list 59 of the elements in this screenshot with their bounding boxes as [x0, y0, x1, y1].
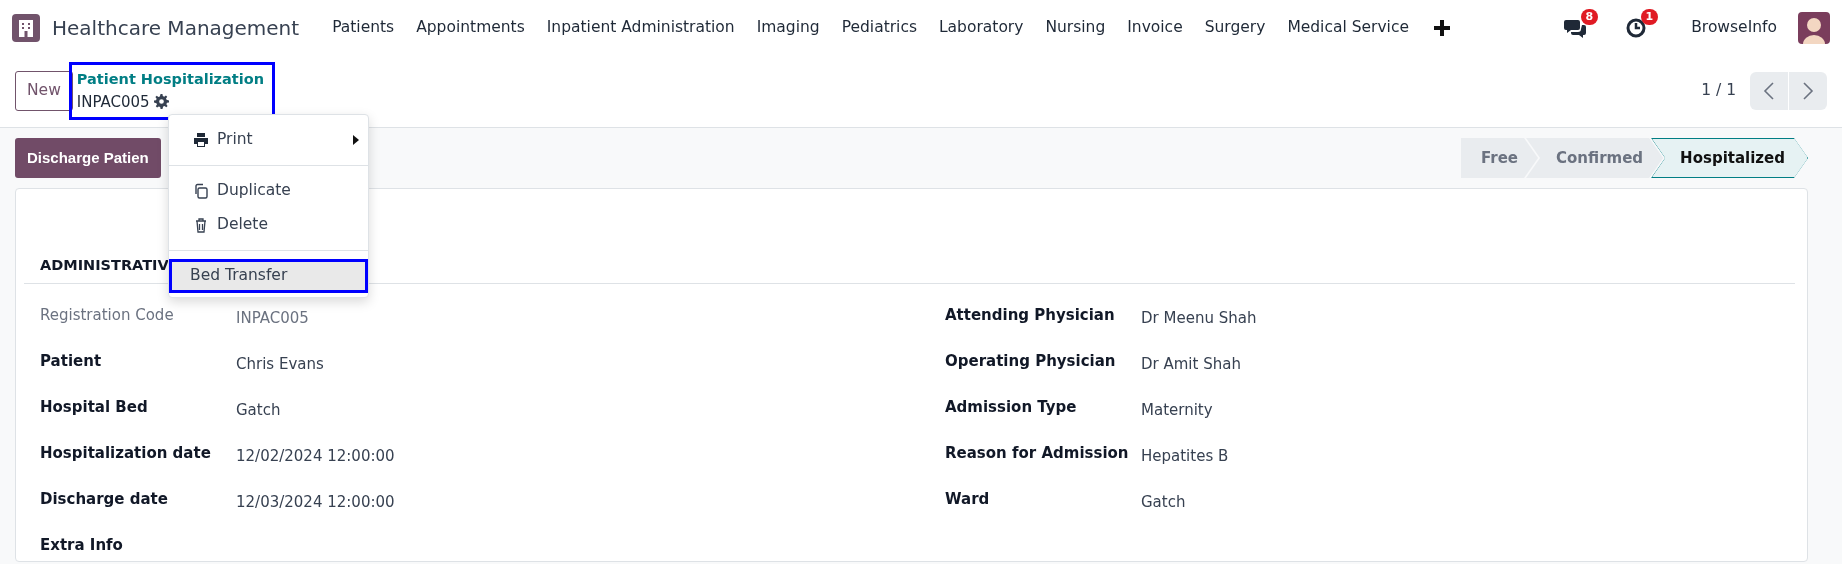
nav-menu-item[interactable]: Medical Service — [1276, 15, 1420, 40]
field-value: 12/02/2024 12:00:00 — [236, 445, 395, 467]
nav-menu-item[interactable]: Laboratory — [928, 15, 1035, 40]
field-value: Gatch — [1141, 491, 1186, 513]
notification-badge: 8 — [1580, 8, 1599, 25]
printer-icon — [193, 132, 209, 148]
field-value: Hepatites B — [1141, 445, 1229, 467]
field-label: Ward — [945, 488, 991, 510]
field-value: Chris Evans — [236, 353, 324, 375]
user-name[interactable]: BrowseInfo — [1680, 15, 1788, 40]
copy-icon — [193, 183, 209, 199]
field-label: Extra Info — [40, 534, 124, 556]
chat-icon[interactable] — [1564, 17, 1587, 38]
nav-menu-item[interactable]: Appointments — [405, 15, 536, 40]
trash-icon — [193, 217, 209, 233]
field-value: Gatch — [236, 399, 281, 421]
menu-item[interactable]: Duplicate — [169, 174, 368, 208]
field-value: INPAC005 — [236, 307, 309, 329]
record-name: INPAC005 — [76, 91, 150, 113]
field-label: Discharge date — [40, 488, 169, 510]
new-button[interactable]: New — [15, 71, 73, 111]
nav-menu-item[interactable]: Nursing — [1034, 15, 1117, 40]
field-label: Registration Code — [40, 304, 175, 326]
pager-value: 1 / 1 — [1701, 80, 1736, 102]
field-label: Operating Physician — [945, 350, 1117, 372]
app-title[interactable]: Healthcare Management — [52, 12, 300, 43]
field-value: Dr Amit Shah — [1141, 353, 1241, 375]
gear-icon[interactable] — [153, 94, 169, 110]
field-value: Dr Meenu Shah — [1141, 307, 1257, 329]
avatar-icon[interactable] — [1798, 11, 1830, 44]
notification-badge: 1 — [1640, 8, 1659, 25]
chevron-right-icon — [1802, 81, 1814, 101]
menu-item[interactable]: Bed Transfer — [169, 259, 368, 293]
nav-menu-item[interactable]: Pediatrics — [830, 15, 928, 40]
app-icon[interactable] — [12, 13, 40, 42]
breadcrumb-link[interactable]: Patient Hospitalization — [76, 68, 265, 91]
discharge-button[interactable]: Discharge Patien — [15, 138, 161, 178]
field-value: 12/03/2024 12:00:00 — [236, 491, 395, 513]
nav-menu-item[interactable]: Invoice — [1116, 15, 1194, 40]
clock-icon[interactable] — [1626, 17, 1647, 38]
nav-menu-item[interactable]: Imaging — [745, 15, 831, 40]
status-stage[interactable]: Hospitalized — [1651, 138, 1808, 178]
field-value: Maternity — [1141, 399, 1213, 421]
field-label: Attending Physician — [945, 304, 1116, 326]
breadcrumb[interactable]: Patient Hospitalization INPAC005 — [71, 64, 273, 118]
menu-item[interactable]: Print — [169, 123, 368, 157]
field-label: Hospitalization date — [40, 442, 212, 464]
nav-menu-item[interactable]: Patients — [321, 15, 406, 40]
nav-menu-item[interactable]: Surgery — [1193, 15, 1277, 40]
status-stage[interactable]: Free — [1461, 138, 1539, 178]
field-label: Hospital Bed — [40, 396, 149, 418]
field-label: Admission Type — [945, 396, 1078, 418]
chevron-left-icon — [1763, 81, 1775, 101]
menu-item[interactable]: Delete — [169, 208, 368, 242]
nav-menu-item[interactable]: Inpatient Administration — [535, 15, 746, 40]
status-stage[interactable]: Confirmed — [1526, 138, 1664, 178]
field-label: Reason for Admission — [945, 442, 1130, 464]
plus-icon[interactable] — [1433, 19, 1450, 36]
field-label: Patient — [40, 350, 103, 372]
